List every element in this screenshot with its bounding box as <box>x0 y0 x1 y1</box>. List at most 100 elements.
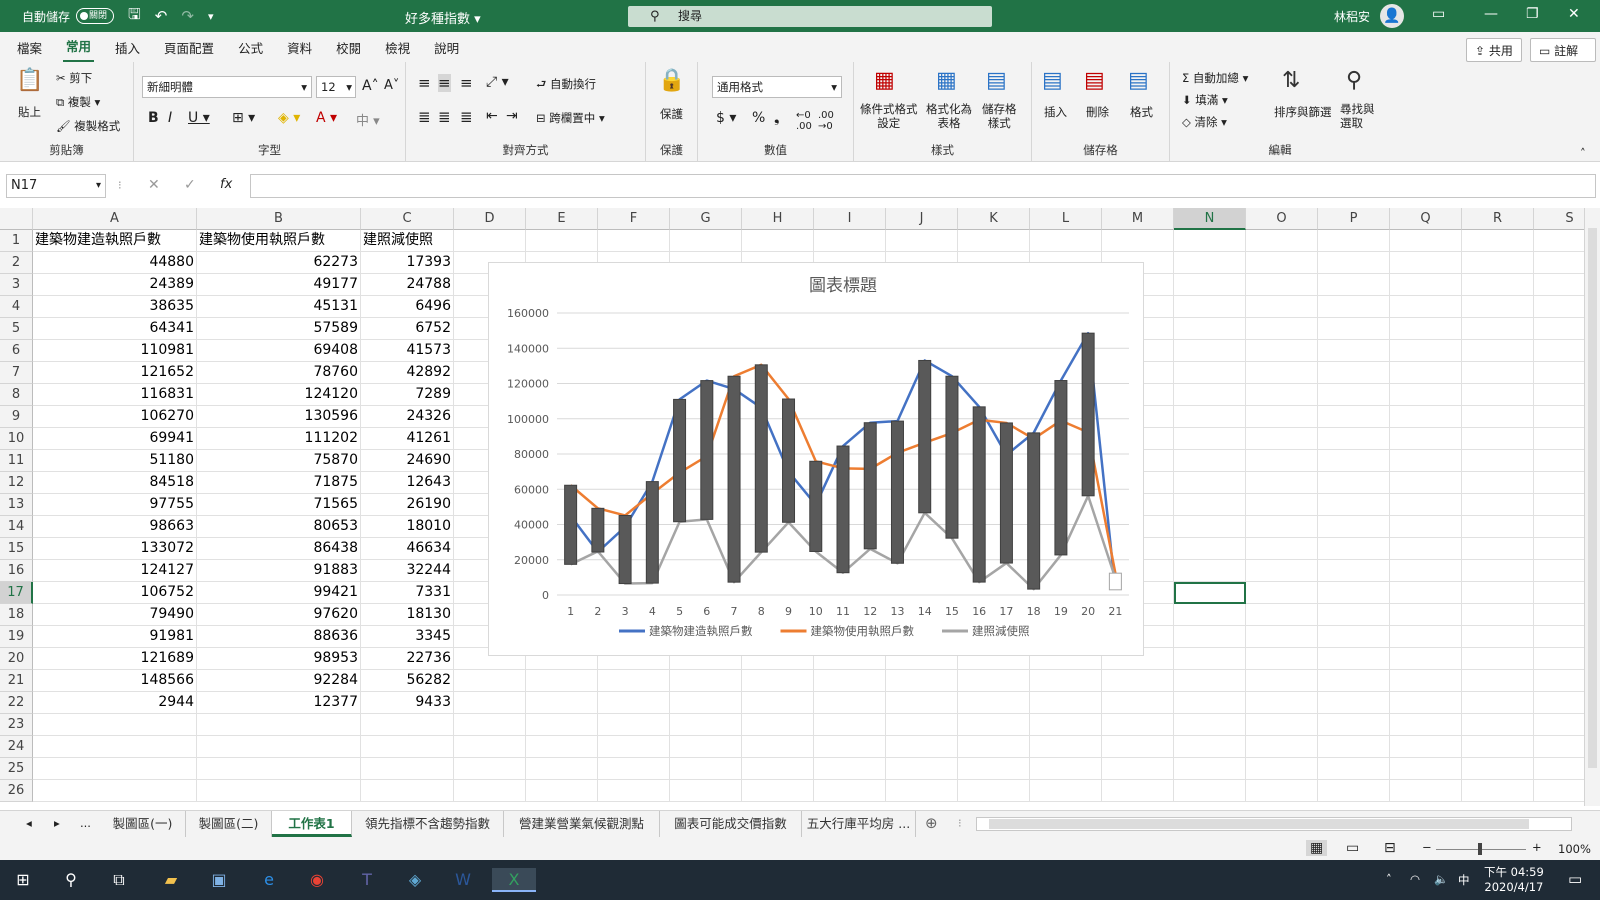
cell[interactable] <box>454 670 526 692</box>
row-header[interactable]: 15 <box>0 538 33 560</box>
cell[interactable] <box>1390 472 1462 494</box>
clear-button[interactable]: ◇ 清除 ▾ <box>1182 114 1227 130</box>
cell[interactable] <box>1462 406 1534 428</box>
cell[interactable] <box>1462 758 1534 780</box>
cell[interactable] <box>1246 736 1318 758</box>
protect-button[interactable]: 保護 <box>660 106 683 122</box>
cell[interactable] <box>958 736 1030 758</box>
cell[interactable] <box>1390 604 1462 626</box>
zoom-out-icon[interactable]: − <box>1422 840 1432 854</box>
cell[interactable] <box>742 714 814 736</box>
cell[interactable]: 38635 <box>33 296 197 318</box>
cell[interactable] <box>1390 384 1462 406</box>
cell[interactable] <box>670 758 742 780</box>
cell[interactable] <box>1390 582 1462 604</box>
cell[interactable] <box>454 714 526 736</box>
currency-icon[interactable]: $ ▾ <box>716 110 736 126</box>
row-header[interactable]: 18 <box>0 604 33 626</box>
cell[interactable] <box>742 670 814 692</box>
cell[interactable] <box>1102 780 1174 802</box>
cell[interactable]: 建照減使照 <box>361 230 454 252</box>
cell[interactable] <box>1246 670 1318 692</box>
cell[interactable]: 91981 <box>33 626 197 648</box>
enter-icon[interactable]: ✓ <box>184 177 196 193</box>
ribbon-tab[interactable]: 說明 <box>431 33 462 62</box>
cell[interactable] <box>1318 670 1390 692</box>
ribbon-tab[interactable]: 公式 <box>235 33 266 62</box>
column-header[interactable]: E <box>526 208 598 230</box>
cell[interactable]: 56282 <box>361 670 454 692</box>
cell[interactable]: 124127 <box>33 560 197 582</box>
ribbon-tab[interactable]: 檔案 <box>14 33 45 62</box>
delete-cells-button[interactable]: 刪除 <box>1086 104 1109 120</box>
cell[interactable] <box>1174 516 1246 538</box>
cell[interactable]: 24389 <box>33 274 197 296</box>
more-sheets-icon[interactable]: ... <box>80 816 91 830</box>
cell[interactable] <box>670 670 742 692</box>
ribbon-tab[interactable]: 插入 <box>112 33 143 62</box>
cell[interactable] <box>1174 274 1246 296</box>
add-sheet-icon[interactable]: ⊕ <box>925 814 938 832</box>
cell[interactable] <box>361 758 454 780</box>
cell[interactable] <box>526 780 598 802</box>
cell[interactable] <box>886 736 958 758</box>
cell[interactable] <box>454 736 526 758</box>
cell[interactable] <box>1246 758 1318 780</box>
autosave-toggle[interactable]: 關閉 <box>76 8 115 24</box>
row-header[interactable]: 22 <box>0 692 33 714</box>
column-header[interactable]: G <box>670 208 742 230</box>
cell[interactable] <box>361 780 454 802</box>
cell[interactable] <box>1462 362 1534 384</box>
excel-icon[interactable]: X <box>492 868 536 892</box>
cell[interactable] <box>1390 340 1462 362</box>
cell[interactable]: 121652 <box>33 362 197 384</box>
column-header[interactable]: Q <box>1390 208 1462 230</box>
cell[interactable] <box>1174 318 1246 340</box>
autosum-button[interactable]: Σ 自動加總 ▾ <box>1182 70 1248 86</box>
cell[interactable] <box>361 736 454 758</box>
underline-icon[interactable]: U ▾ <box>188 110 210 126</box>
cell[interactable] <box>1390 736 1462 758</box>
select-all-corner[interactable] <box>0 208 33 230</box>
cell[interactable] <box>1174 230 1246 252</box>
cell[interactable]: 98663 <box>33 516 197 538</box>
cell[interactable]: 45131 <box>197 296 361 318</box>
cell[interactable] <box>1030 736 1102 758</box>
cell[interactable]: 84518 <box>33 472 197 494</box>
sheet-tab[interactable]: 製圖區(二) <box>186 811 272 837</box>
cell[interactable]: 41573 <box>361 340 454 362</box>
cell[interactable] <box>1462 714 1534 736</box>
cell[interactable] <box>1174 714 1246 736</box>
align-center-icon[interactable]: ≣ <box>438 108 451 126</box>
row-header[interactable]: 21 <box>0 670 33 692</box>
align-left-icon[interactable]: ≣ <box>418 108 431 126</box>
cell[interactable] <box>670 230 742 252</box>
cell[interactable] <box>1318 362 1390 384</box>
cell[interactable] <box>197 714 361 736</box>
cell[interactable] <box>1174 472 1246 494</box>
cell[interactable] <box>1318 274 1390 296</box>
cell[interactable]: 80653 <box>197 516 361 538</box>
page-break-icon[interactable]: ⊟ <box>1384 840 1396 856</box>
cell[interactable]: 99421 <box>197 582 361 604</box>
cell[interactable] <box>1390 538 1462 560</box>
chrome-icon[interactable]: ◉ <box>304 868 330 892</box>
percent-icon[interactable]: % <box>752 110 765 126</box>
cell[interactable] <box>1462 318 1534 340</box>
cell[interactable] <box>670 780 742 802</box>
column-header[interactable]: M <box>1102 208 1174 230</box>
cell[interactable] <box>1462 516 1534 538</box>
cell[interactable] <box>814 670 886 692</box>
cell[interactable] <box>1246 428 1318 450</box>
cell[interactable] <box>1318 230 1390 252</box>
cell[interactable]: 86438 <box>197 538 361 560</box>
horizontal-scroll-thumb[interactable] <box>989 819 1529 829</box>
cell[interactable] <box>1246 692 1318 714</box>
cell[interactable] <box>1390 714 1462 736</box>
cell[interactable] <box>1174 384 1246 406</box>
cell[interactable] <box>1318 516 1390 538</box>
conditional-format-icon[interactable]: ▦ <box>874 68 895 93</box>
row-header[interactable]: 23 <box>0 714 33 736</box>
undo-icon[interactable]: ↶ <box>155 7 168 25</box>
cell[interactable] <box>1174 296 1246 318</box>
